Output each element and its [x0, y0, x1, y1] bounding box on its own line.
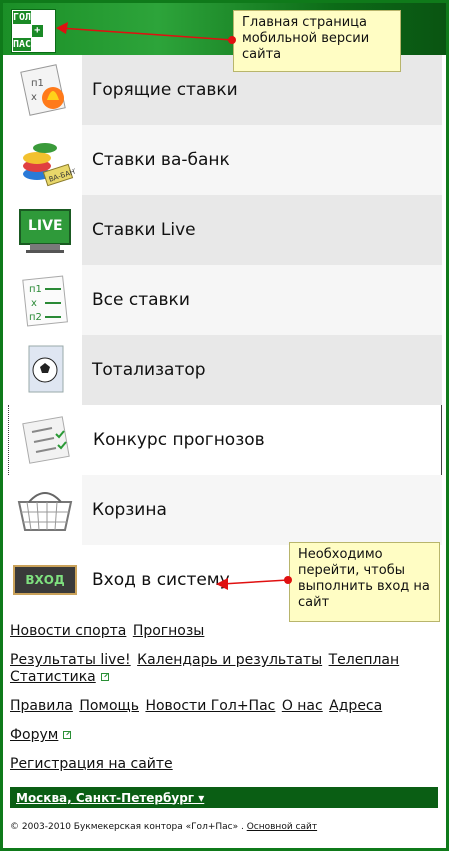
hot-bets-icon: п1 x	[8, 54, 82, 125]
links-row: Форум	[10, 727, 440, 744]
menu-item-totalizator[interactable]: Тотализатор	[8, 334, 442, 405]
checklist-icon	[9, 405, 83, 475]
menu-item-forecast-contest[interactable]: Конкурс прогнозов	[8, 405, 442, 475]
login-icon: ВХОД	[8, 544, 82, 615]
link-about[interactable]: О нас	[282, 698, 323, 714]
callout-login: Необходимо перейти, чтобы выполнить вход…	[289, 542, 440, 622]
svg-text:п1: п1	[29, 284, 42, 295]
copyright-text: © 2003-2010 Букмекерская контора «Гол+Па…	[10, 822, 244, 832]
basket-icon	[8, 474, 82, 545]
live-monitor-icon: LIVE	[8, 194, 82, 265]
link-registration[interactable]: Регистрация на сайте	[10, 756, 173, 772]
menu-item-all-bets[interactable]: п1 x п2 Все ставки	[8, 264, 442, 335]
main-site-link[interactable]: Основной сайт	[247, 822, 317, 832]
va-bank-chips-icon: ВА-БАНК	[8, 124, 82, 195]
callout-text: Необходимо перейти, чтобы выполнить вход…	[298, 547, 430, 610]
copyright-footer: © 2003-2010 Букмекерская контора «Гол+Па…	[10, 822, 317, 832]
callout-text: Главная страница мобильной версии сайта	[242, 15, 370, 62]
link-help[interactable]: Помощь	[79, 698, 139, 714]
link-addresses[interactable]: Адреса	[329, 698, 382, 714]
menu-item-label: Ставки Live	[82, 194, 442, 265]
link-sport-news[interactable]: Новости спорта	[10, 623, 126, 639]
logo-cell: ПАС	[13, 38, 32, 51]
link-tv-plan[interactable]: Телеплан	[329, 652, 400, 668]
link-live-results[interactable]: Результаты live!	[10, 652, 131, 668]
svg-text:x: x	[31, 298, 37, 309]
link-calendar-results[interactable]: Календарь и результаты	[137, 652, 322, 668]
login-icon-text: ВХОД	[25, 572, 65, 587]
links-row: Правила Помощь Новости Гол+Пас О нас Адр…	[10, 698, 440, 715]
logo-cell	[43, 24, 54, 38]
menu-item-label: Ставки ва-банк	[82, 124, 442, 195]
menu-item-live[interactable]: LIVE Ставки Live	[8, 194, 442, 265]
menu-item-label: Тотализатор	[82, 334, 442, 405]
totalizator-ball-icon	[8, 334, 82, 405]
link-statistics[interactable]: Статистика	[10, 669, 96, 685]
svg-text:п2: п2	[29, 312, 42, 323]
logo-cell	[32, 38, 43, 51]
logo-cell	[13, 24, 32, 38]
menu-item-label: Все ставки	[82, 264, 442, 335]
svg-text:п1: п1	[31, 78, 44, 89]
menu-item-va-bank[interactable]: ВА-БАНК Ставки ва-банк	[8, 124, 442, 195]
logo-cell	[32, 11, 43, 24]
menu-item-basket[interactable]: Корзина	[8, 474, 442, 545]
external-link-icon	[63, 731, 72, 739]
links-row: Регистрация на сайте	[10, 756, 440, 773]
main-menu: п1 x Горящие ставки ВА-БАНК Ставки ва-ба…	[8, 54, 442, 615]
link-gol-pas-news[interactable]: Новости Гол+Пас	[145, 698, 275, 714]
links-row: Результаты live! Календарь и результаты …	[10, 652, 440, 686]
callout-main-page: Главная страница мобильной версии сайта	[233, 10, 401, 72]
link-rules[interactable]: Правила	[10, 698, 73, 714]
footer-links: Новости спорта Прогнозы Результаты live!…	[10, 623, 440, 785]
menu-item-label: Корзина	[82, 474, 442, 545]
gol-pas-logo[interactable]: ГОЛ + ПАС	[11, 9, 56, 53]
menu-item-label: Конкурс прогнозов	[83, 405, 441, 475]
link-forecasts[interactable]: Прогнозы	[133, 623, 205, 639]
links-row: Новости спорта Прогнозы	[10, 623, 440, 640]
city-selector[interactable]: Москва, Санкт-Петербург ▾	[10, 787, 438, 808]
logo-cell: ГОЛ	[13, 11, 32, 24]
all-bets-list-icon: п1 x п2	[8, 264, 82, 335]
city-selector-label: Москва, Санкт-Петербург ▾	[16, 790, 205, 805]
svg-text:LIVE: LIVE	[28, 218, 63, 234]
logo-cell	[43, 11, 54, 24]
link-forum[interactable]: Форум	[10, 727, 58, 743]
external-link-icon	[100, 673, 109, 681]
logo-cell: +	[32, 24, 43, 38]
logo-cell	[43, 38, 54, 51]
svg-text:x: x	[31, 92, 37, 103]
